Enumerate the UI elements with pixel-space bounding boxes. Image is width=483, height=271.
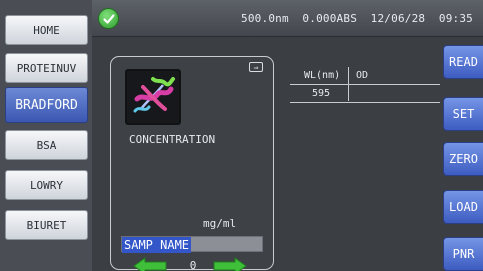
read-button[interactable]: READ <box>443 45 483 79</box>
protein-ribbon-icon <box>125 69 181 125</box>
export-icon[interactable]: ⇒ <box>249 62 263 72</box>
sample-name-value: SAMP NAME <box>122 237 192 253</box>
column-header-wl: WL(nm) <box>304 70 341 81</box>
zero-button[interactable]: ZERO <box>443 142 483 176</box>
status-readout: 500.0nm 0.000ABS 12/06/28 09:35 <box>241 12 473 25</box>
sample-name-field[interactable]: SAMP NAME <box>121 236 263 253</box>
status-bar: 500.0nm 0.000ABS 12/06/28 09:35 <box>92 0 483 37</box>
nav-home-button[interactable]: HOME <box>5 15 88 45</box>
measurement-card: ⇒ CONCENTRATION mg/ml SAMP NAME 0 <box>110 56 274 271</box>
nav-bradford-button[interactable]: BRADFORD <box>5 87 88 123</box>
check-circle-icon <box>98 8 119 29</box>
table-cell-wl: 595 <box>312 88 331 99</box>
column-header-od: OD <box>356 70 369 81</box>
main-panel: ⇒ CONCENTRATION mg/ml SAMP NAME 0 WL(nm)… <box>92 37 483 271</box>
nav-proteinuv-button[interactable]: PROTEINUV <box>5 53 88 83</box>
pnr-button[interactable]: PNR <box>443 237 483 271</box>
set-button[interactable]: SET <box>443 97 483 131</box>
concentration-label: CONCENTRATION <box>129 133 216 146</box>
previous-arrow-icon[interactable] <box>133 257 167 271</box>
sample-index: 0 <box>189 259 197 271</box>
next-arrow-icon[interactable] <box>213 257 247 271</box>
table-row-divider <box>290 102 440 103</box>
load-button[interactable]: LOAD <box>443 190 483 224</box>
unit-label: mg/ml <box>203 217 237 230</box>
results-table: WL(nm) OD 595 <box>290 67 440 107</box>
nav-lowry-button[interactable]: LOWRY <box>5 170 88 200</box>
sidebar: HOME PROTEINUV BRADFORD BSA LOWRY BIURET <box>0 0 92 271</box>
nav-bsa-button[interactable]: BSA <box>5 130 88 160</box>
table-column-divider <box>348 67 349 101</box>
nav-biuret-button[interactable]: BIURET <box>5 210 88 240</box>
table-divider <box>290 84 440 85</box>
